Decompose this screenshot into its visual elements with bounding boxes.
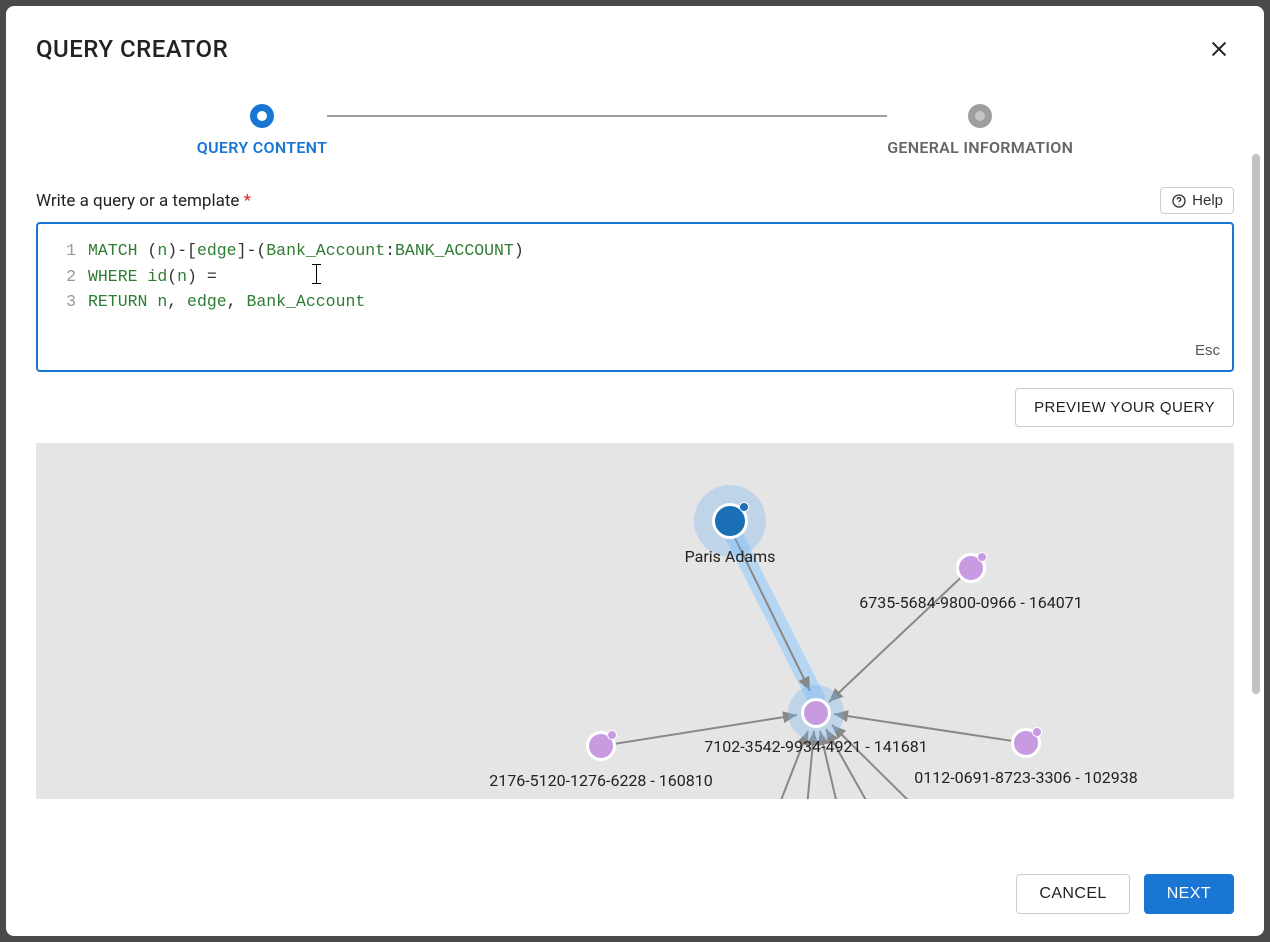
node-label: 2176-5120-1276-6228 - 160810 [489,771,712,790]
punct: ) [514,241,524,260]
query-label-row: Write a query or a template * Help [36,187,1234,214]
graph-node-account[interactable] [956,553,986,583]
graph-node-person[interactable] [712,503,748,539]
punct: ]-( [237,241,267,260]
node-label: 7102-3542-9934-4921 - 141681 [704,737,927,756]
esc-hint: Esc [1195,339,1220,362]
help-label: Help [1192,192,1223,209]
punct: , [227,292,247,311]
step-connector [327,115,887,117]
query-editor[interactable]: 1 MATCH (n)-[edge]-(Bank_Account:BANK_AC… [36,222,1234,372]
text-cursor-icon [316,264,317,284]
preview-query-button[interactable]: PREVIEW YOUR QUERY [1015,388,1234,427]
graph-node-account[interactable] [1011,728,1041,758]
help-icon [1171,193,1187,209]
node-label: 0112-0691-8723-3306 - 102938 [914,768,1137,787]
keyword: RETURN [88,292,147,311]
keyword: WHERE [88,267,138,286]
punct: ) = [187,267,227,286]
query-creator-modal: QUERY CREATOR QUERY CONTENT GENERAL INFO… [6,6,1264,936]
punct: ( [167,267,177,286]
graph-preview[interactable]: Paris Adams 7102-3542-9934-4921 - 141681… [36,443,1234,799]
cancel-button[interactable]: CANCEL [1016,874,1129,914]
code-line-2: 2 WHERE id(n) = [52,264,1218,290]
space [147,292,157,311]
graph-node-account[interactable] [586,731,616,761]
step-circle-inactive-icon [968,104,992,128]
modal-body: QUERY CONTENT GENERAL INFORMATION Write … [6,74,1264,856]
graph-node-account[interactable] [801,698,831,728]
step-label: GENERAL INFORMATION [887,138,1073,157]
line-number: 1 [52,238,76,264]
graph-edges [36,443,1234,799]
query-label-text: Write a query or a template [36,191,244,211]
modal-header: QUERY CREATOR [6,6,1264,74]
modal-footer: CANCEL NEXT [6,856,1264,936]
account-node-icon [801,698,831,728]
node-badge-icon [977,552,987,562]
punct: , [167,292,187,311]
code-line-1: 1 MATCH (n)-[edge]-(Bank_Account:BANK_AC… [52,238,1218,264]
type: BANK_ACCOUNT [395,241,514,260]
scrollbar[interactable] [1252,154,1260,694]
space [138,267,148,286]
variable: n [157,241,167,260]
node-badge-icon [1032,727,1042,737]
preview-row: PREVIEW YOUR QUERY [36,388,1234,427]
next-button[interactable]: NEXT [1144,874,1234,914]
step-query-content[interactable]: QUERY CONTENT [197,104,327,157]
node-label: 6735-5684-9800-0966 - 164071 [859,593,1082,612]
line-number: 2 [52,264,76,290]
variable: Bank_Account [246,292,365,311]
required-asterisk: * [244,191,251,211]
step-general-information[interactable]: GENERAL INFORMATION [887,104,1073,157]
modal-title: QUERY CREATOR [36,35,228,63]
keyword: MATCH [88,241,138,260]
punct: ( [138,241,158,260]
close-button[interactable] [1204,34,1234,64]
variable: edge [187,292,227,311]
close-icon [1208,38,1230,60]
node-badge-icon [739,502,749,512]
punct: : [385,241,395,260]
node-badge-icon [607,730,617,740]
code-line-3: 3 RETURN n, edge, Bank_Account [52,289,1218,315]
variable: n [177,267,187,286]
node-label: Paris Adams [685,547,776,566]
step-label: QUERY CONTENT [197,138,327,157]
account-node-icon [1011,728,1041,758]
stepper: QUERY CONTENT GENERAL INFORMATION [36,104,1234,157]
account-node-icon [586,731,616,761]
step-circle-active-icon [250,104,274,128]
query-label: Write a query or a template * [36,191,251,211]
person-node-icon [712,503,748,539]
help-button[interactable]: Help [1160,187,1234,214]
func: id [147,267,167,286]
account-node-icon [956,553,986,583]
variable: Bank_Account [266,241,385,260]
punct: )-[ [167,241,197,260]
variable: n [157,292,167,311]
line-number: 3 [52,289,76,315]
variable: edge [197,241,237,260]
